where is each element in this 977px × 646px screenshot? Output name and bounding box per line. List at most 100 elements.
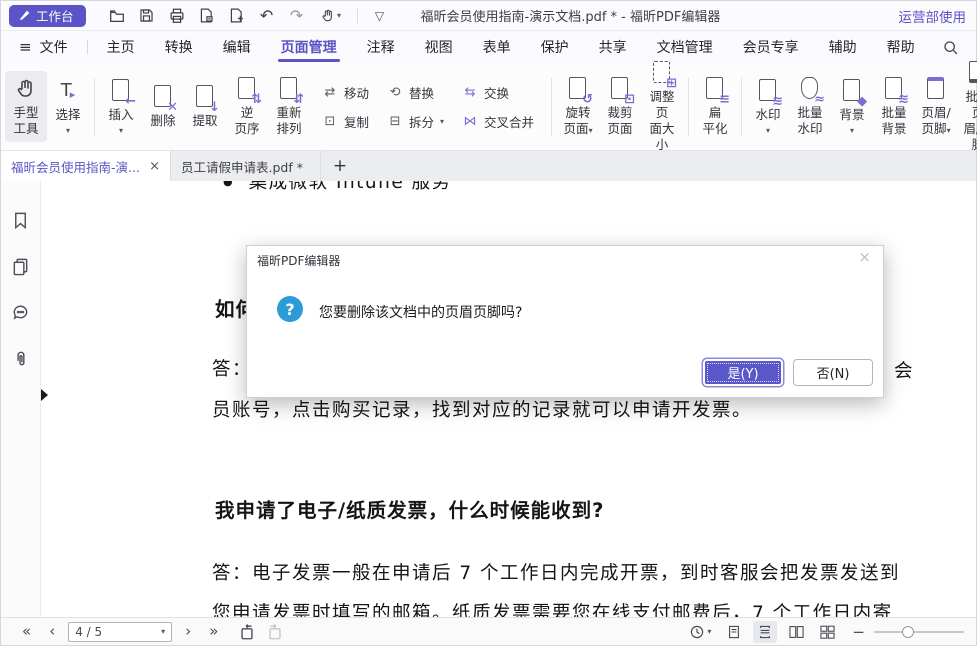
dropdown-caret-icon: ▾ <box>947 126 951 135</box>
comments-panel-button[interactable] <box>10 301 32 323</box>
continuous-view-button[interactable] <box>753 621 777 643</box>
tab-member-guide[interactable]: 福昕会员使用指南-演... × <box>1 151 171 181</box>
statusbar: « ‹ 4 / 5 ▾ › » ▾ <box>1 617 976 645</box>
page-indicator-combo[interactable]: 4 / 5 ▾ <box>68 622 172 642</box>
save-button[interactable] <box>132 4 162 28</box>
page-organize-button[interactable] <box>192 4 222 28</box>
print-button[interactable] <box>162 4 192 28</box>
insert-pages-icon: ← <box>109 78 133 104</box>
yes-button[interactable]: 是(Y) <box>703 359 783 386</box>
menu-comment-label: 注释 <box>367 37 395 57</box>
tool-replace-label: 替换 <box>409 83 434 102</box>
tool-reorder-pages[interactable]: ⇵ 重新 排列 <box>268 71 310 143</box>
menubar: ≡ 文件 主页 转换 编辑 页面管理 注释 视图 表单 保护 共享 文档管理 会… <box>1 31 976 63</box>
continuous-page-icon <box>757 624 773 640</box>
tool-reverse-order[interactable]: ⇅ 逆 页序 <box>226 71 268 143</box>
close-icon[interactable]: × <box>141 159 160 174</box>
tool-watermark[interactable]: ≋ 水印 ▾ <box>747 73 789 140</box>
tool-batch-background[interactable]: ≋ 批量 背景 <box>873 71 915 143</box>
tool-extract-pages[interactable]: ↓ 提取 <box>184 79 226 134</box>
question-icon: ? <box>277 296 303 322</box>
menu-home[interactable]: 主页 <box>92 31 150 63</box>
account-name[interactable]: 运营部使用 <box>899 6 967 26</box>
facing-continuous-view-button[interactable] <box>815 621 839 643</box>
facing-view-button[interactable] <box>784 621 808 643</box>
tool-interleave-label: 交叉合并 <box>484 112 534 131</box>
document-tabbar: 福昕会员使用指南-演... × 员工请假申请表.pdf * + <box>1 151 976 181</box>
hand-tool-icon <box>14 76 38 102</box>
dropdown-caret-icon: ▾ <box>850 126 854 135</box>
tool-duplicate-pages[interactable]: ⊡复制 <box>322 112 369 131</box>
new-tab-button[interactable]: + <box>321 151 359 181</box>
tool-swap-pages[interactable]: ⇆交换 <box>462 83 534 102</box>
menu-file[interactable]: 文件 <box>38 31 83 63</box>
tool-replace-pages[interactable]: ⟲替换 <box>387 83 444 102</box>
next-page-button[interactable]: › <box>176 624 200 639</box>
tool-batch-watermark[interactable]: ≈ 批量 水印 <box>789 71 831 143</box>
menu-document-management-label: 文档管理 <box>657 37 713 57</box>
rotate-pages-icon: ↺ <box>566 76 590 102</box>
tool-crop-pages[interactable]: ⊡ 裁剪 页面 <box>599 71 641 143</box>
next-view-button[interactable] <box>265 622 285 642</box>
tool-select[interactable]: T▸ 选择 ▾ <box>47 73 89 140</box>
hamburger-menu-icon[interactable]: ≡ <box>19 38 32 56</box>
reorder-pages-icon: ⇵ <box>277 76 301 102</box>
bookmarks-panel-button[interactable] <box>10 209 32 231</box>
menu-protect[interactable]: 保护 <box>526 31 584 63</box>
menu-form[interactable]: 表单 <box>468 31 526 63</box>
open-file-button[interactable] <box>102 4 132 28</box>
menu-view[interactable]: 视图 <box>410 31 468 63</box>
menu-accessibility[interactable]: 辅助 <box>814 31 872 63</box>
first-page-button[interactable]: « <box>13 624 40 639</box>
menu-edit[interactable]: 编辑 <box>208 31 266 63</box>
previous-page-button[interactable]: ‹ <box>40 624 64 639</box>
dialog-close-icon[interactable]: × <box>858 250 871 265</box>
workspace-button[interactable]: 工作台 <box>9 5 86 27</box>
single-page-view-button[interactable] <box>722 621 746 643</box>
tool-rotate-pages[interactable]: ↺ 旋转 页面▾ <box>557 71 599 143</box>
batch-header-footer-icon <box>966 60 977 86</box>
tool-split-document[interactable]: ⊟拆分▾ <box>387 112 444 131</box>
menu-comment[interactable]: 注释 <box>352 31 410 63</box>
interleave-merge-icon: ⋈ <box>462 114 478 129</box>
autoscroll-button[interactable]: ▾ <box>685 621 715 643</box>
tab-leave-form[interactable]: 员工请假申请表.pdf * <box>171 151 321 181</box>
new-page-button[interactable] <box>222 4 252 28</box>
menu-help[interactable]: 帮助 <box>872 31 930 63</box>
sidebar-expand-handle[interactable] <box>41 389 48 401</box>
zoom-out-button[interactable]: − <box>852 623 865 641</box>
menu-home-label: 主页 <box>107 37 135 57</box>
chevron-down-icon: ▽ <box>375 9 384 23</box>
menu-page-management[interactable]: 页面管理 <box>266 31 352 63</box>
tool-flatten[interactable]: ≡ 扁 平化 <box>694 71 736 143</box>
attachments-panel-button[interactable] <box>10 347 32 369</box>
zoom-slider-knob[interactable] <box>902 626 914 638</box>
menu-member-exclusive[interactable]: 会员专享 <box>728 31 814 63</box>
toolbar-divider <box>94 78 95 136</box>
tool-resize-pages[interactable]: ⊞ 调整页 面大小 <box>641 55 683 159</box>
collapse-toolbar-button[interactable]: ▽ <box>365 4 395 28</box>
tool-move-pages[interactable]: ⇄移动 <box>322 83 369 102</box>
menu-convert[interactable]: 转换 <box>150 31 208 63</box>
tool-batch-header-footer[interactable]: 批量页 眉/页脚 <box>957 55 977 159</box>
hand-icon <box>320 8 336 24</box>
tool-hand[interactable]: 手型 工具 <box>5 71 47 143</box>
tool-header-footer[interactable]: 页眉/ 页脚▾ <box>915 71 957 143</box>
pages-panel-button[interactable] <box>10 255 32 277</box>
facing-continuous-icon <box>819 624 836 640</box>
redo-button[interactable]: ↷ <box>282 4 312 28</box>
previous-view-button[interactable] <box>237 622 257 642</box>
tool-insert-pages[interactable]: ← 插入 ▾ <box>100 73 142 140</box>
page-box-icon <box>198 7 215 24</box>
menu-document-management[interactable]: 文档管理 <box>642 31 728 63</box>
tool-interleave-merge[interactable]: ⋈ 交叉合并 <box>462 112 534 131</box>
menu-share[interactable]: 共享 <box>584 31 642 63</box>
last-page-button[interactable]: » <box>200 624 227 639</box>
undo-button[interactable]: ↶ <box>252 4 282 28</box>
hand-tool-quick-button[interactable]: ▾ <box>312 4 350 28</box>
tool-background[interactable]: ◆ 背景 ▾ <box>831 73 873 140</box>
tool-delete-pages[interactable]: ✕ 删除 <box>142 79 184 134</box>
zoom-slider[interactable] <box>874 626 964 638</box>
titlebar: 工作台 ↶ ↷ ▾ ▽ 福昕会员使用指南-演示文档.pdf * - 福昕PDF编… <box>1 1 976 31</box>
no-button[interactable]: 否(N) <box>793 359 873 386</box>
